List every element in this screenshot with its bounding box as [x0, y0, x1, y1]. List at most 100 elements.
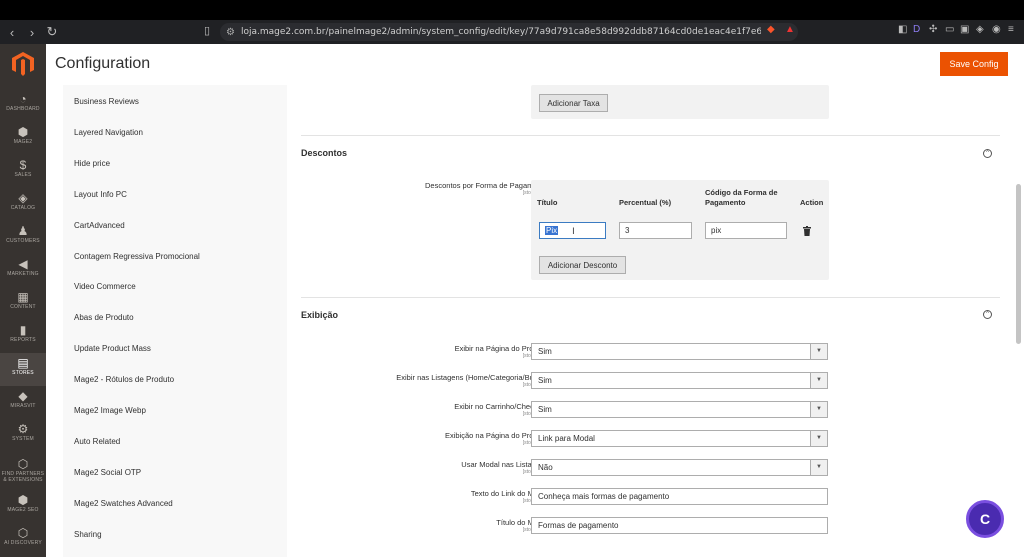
config-tab-item[interactable]: Contagem Regressiva Promocional — [74, 252, 200, 261]
config-tab-item[interactable]: Mage2 Image Webp — [74, 406, 146, 415]
field-label-text: Exibir na Página do Produto — [454, 344, 548, 353]
url-text[interactable]: loja.mage2.com.br/painelmage2/admin/syst… — [241, 27, 761, 37]
config-select[interactable]: Sim ▼ — [531, 343, 828, 360]
sidebar-item-sales[interactable]: $ SALES — [0, 155, 46, 188]
config-select[interactable]: Sim ▼ — [531, 401, 828, 418]
partners-icon: ⬡ — [17, 457, 29, 471]
config-tab-item[interactable]: Business Reviews — [74, 97, 139, 106]
col-action: Action — [800, 198, 824, 207]
brave-shield-icon[interactable]: ◆ — [767, 24, 777, 36]
sales-icon: $ — [19, 158, 27, 172]
field-label-text: Usar Modal nas Listagens — [461, 460, 548, 469]
percentual-input[interactable]: 3 — [619, 222, 692, 239]
exibicao-field-label: Exibir na Página do Produto[store view] — [308, 344, 548, 359]
wallet-icon[interactable]: ◈ — [976, 24, 986, 36]
sidebar-item-system[interactable]: ⚙ SYSTEM — [0, 419, 46, 452]
config-tab-item[interactable]: CartAdvanced — [74, 221, 125, 230]
page-scrollbar[interactable] — [1016, 184, 1021, 344]
chevron-down-icon[interactable]: ▼ — [810, 344, 827, 359]
scope-label: [store view] — [522, 382, 548, 388]
codigo-input[interactable]: pix — [705, 222, 787, 239]
site-info-icon[interactable]: ⚙ — [226, 27, 235, 38]
sidebar-item-mirasvit[interactable]: ◆ MIRASVIT — [0, 386, 46, 419]
col-percentual: Percentual (%) — [619, 198, 672, 207]
sidebar-item-mage2[interactable]: ⬢ MAGE2 — [0, 122, 46, 155]
chevron-down-icon[interactable]: ▼ — [810, 460, 827, 475]
scope-label: [store view] — [522, 411, 548, 417]
reload-icon[interactable]: ↻ — [44, 24, 60, 40]
config-tab-item[interactable]: Sharing — [74, 530, 102, 539]
config-tab-item[interactable]: Layered Navigation — [74, 128, 143, 137]
col-codigo: Código da Forma de Pagamento — [705, 188, 778, 207]
exibicao-field-label: Exibição na Página do Produto[store view… — [308, 431, 548, 446]
descontos-field-label: Descontos por Forma de Pagamento [store … — [308, 181, 548, 196]
config-text-input[interactable]: Conheça mais formas de pagamento — [531, 488, 828, 505]
vpn-icon[interactable]: ◉ — [992, 24, 1002, 36]
collapse-exibicao-icon[interactable]: ^ — [983, 310, 992, 319]
config-text-input[interactable]: Formas de pagamento — [531, 517, 828, 534]
forward-icon[interactable]: › — [24, 25, 40, 40]
sidebar-item-ai-discovery[interactable]: ⬡ AI DISCOVERY — [0, 523, 46, 556]
customers-icon: ♟ — [17, 224, 29, 238]
screenshot-icon[interactable]: ▣ — [960, 24, 970, 36]
scope-label: [store view] — [522, 527, 548, 533]
sidebar-item-dashboard[interactable]: ◔ DASHBOARD — [0, 89, 46, 122]
chat-widget-button[interactable]: C — [966, 500, 1004, 538]
field-value: Não — [538, 463, 553, 472]
menu-icon[interactable]: ≡ — [1008, 24, 1018, 36]
sidebar-item-stores[interactable]: ▤ STORES — [0, 353, 46, 386]
address-bar[interactable]: ⚙ loja.mage2.com.br/painelmage2/admin/sy… — [220, 23, 798, 41]
sidebar-item-catalog[interactable]: ◈ CATALOG — [0, 188, 46, 221]
config-tab-item[interactable]: Mage2 Social OTP — [74, 468, 141, 477]
chevron-down-icon[interactable]: ▼ — [810, 431, 827, 446]
save-config-button[interactable]: Save Config — [940, 52, 1008, 76]
sidebar-item-find-partners-extensions[interactable]: ⬡ FIND PARTNERS & EXTENSIONS — [0, 454, 46, 487]
back-icon[interactable]: ‹ — [4, 25, 20, 40]
config-tab-item[interactable]: Abas de Produto — [74, 313, 134, 322]
sidebar-item-mage2-seo[interactable]: ⬢ MAGE2 SEO — [0, 490, 46, 523]
config-tab-item[interactable]: Auto Related — [74, 437, 120, 446]
field-value: Sim — [538, 405, 552, 414]
config-select[interactable]: Sim ▼ — [531, 372, 828, 389]
descontos-section-title[interactable]: Descontos — [301, 148, 347, 158]
text-cursor-icon: I — [572, 225, 575, 236]
chevron-down-icon[interactable]: ▼ — [810, 373, 827, 388]
add-taxa-button[interactable]: Adicionar Taxa — [539, 94, 608, 112]
marketing-icon: ◀ — [18, 257, 28, 271]
sidebar-item-marketing[interactable]: ◀ MARKETING — [0, 254, 46, 287]
puzzle-icon[interactable]: ✣ — [929, 24, 939, 36]
chevron-down-icon[interactable]: ▼ — [810, 402, 827, 417]
bookmark-icon[interactable]: ▯ — [204, 24, 210, 37]
config-select[interactable]: Link para Modal ▼ — [531, 430, 828, 447]
divider — [301, 135, 1000, 136]
sidebar-item-reports[interactable]: ▮ REPORTS — [0, 320, 46, 353]
sidebar-item-content[interactable]: ▦ CONTENT — [0, 287, 46, 320]
sidebar-toggle-icon[interactable]: ▭ — [945, 24, 955, 36]
config-tab-item[interactable]: Mage2 - Rótulos de Produto — [74, 375, 174, 384]
config-tab-item[interactable]: Update Product Mass — [74, 344, 151, 353]
titulo-value[interactable]: Pix — [545, 226, 559, 235]
config-tab-item[interactable]: Video Commerce — [74, 282, 136, 291]
extension-icon[interactable]: ◧ — [898, 24, 908, 36]
sidebar-item-label: CUSTOMERS — [6, 238, 40, 244]
exibicao-field-label: Usar Modal nas Listagens[store view] — [308, 460, 548, 475]
add-desconto-button[interactable]: Adicionar Desconto — [539, 256, 626, 274]
sidebar-item-label: STORES — [12, 370, 34, 376]
sidebar-item-label: MIRASVIT — [10, 403, 36, 409]
system-icon: ⚙ — [17, 422, 29, 436]
config-tab-item[interactable]: Layout Info PC — [74, 190, 127, 199]
delete-row-icon[interactable] — [803, 226, 811, 236]
config-tab-item[interactable]: Hide price — [74, 159, 110, 168]
col-titulo: Título — [537, 198, 558, 207]
collapse-descontos-icon[interactable]: ^ — [983, 149, 992, 158]
reports-icon: ▮ — [19, 323, 27, 337]
brave-rewards-icon[interactable]: ▲ — [785, 24, 795, 36]
exibicao-section-title[interactable]: Exibição — [301, 310, 338, 320]
magento-logo-icon[interactable] — [12, 52, 34, 76]
titulo-input[interactable]: Pix I — [539, 222, 606, 239]
sidebar-item-customers[interactable]: ♟ CUSTOMERS — [0, 221, 46, 254]
exibicao-field-label: Exibir no Carrinho/Checkout[store view] — [308, 402, 548, 417]
config-tab-item[interactable]: Mage2 Swatches Advanced — [74, 499, 173, 508]
extension-d-icon[interactable]: D — [913, 24, 923, 36]
config-select[interactable]: Não ▼ — [531, 459, 828, 476]
